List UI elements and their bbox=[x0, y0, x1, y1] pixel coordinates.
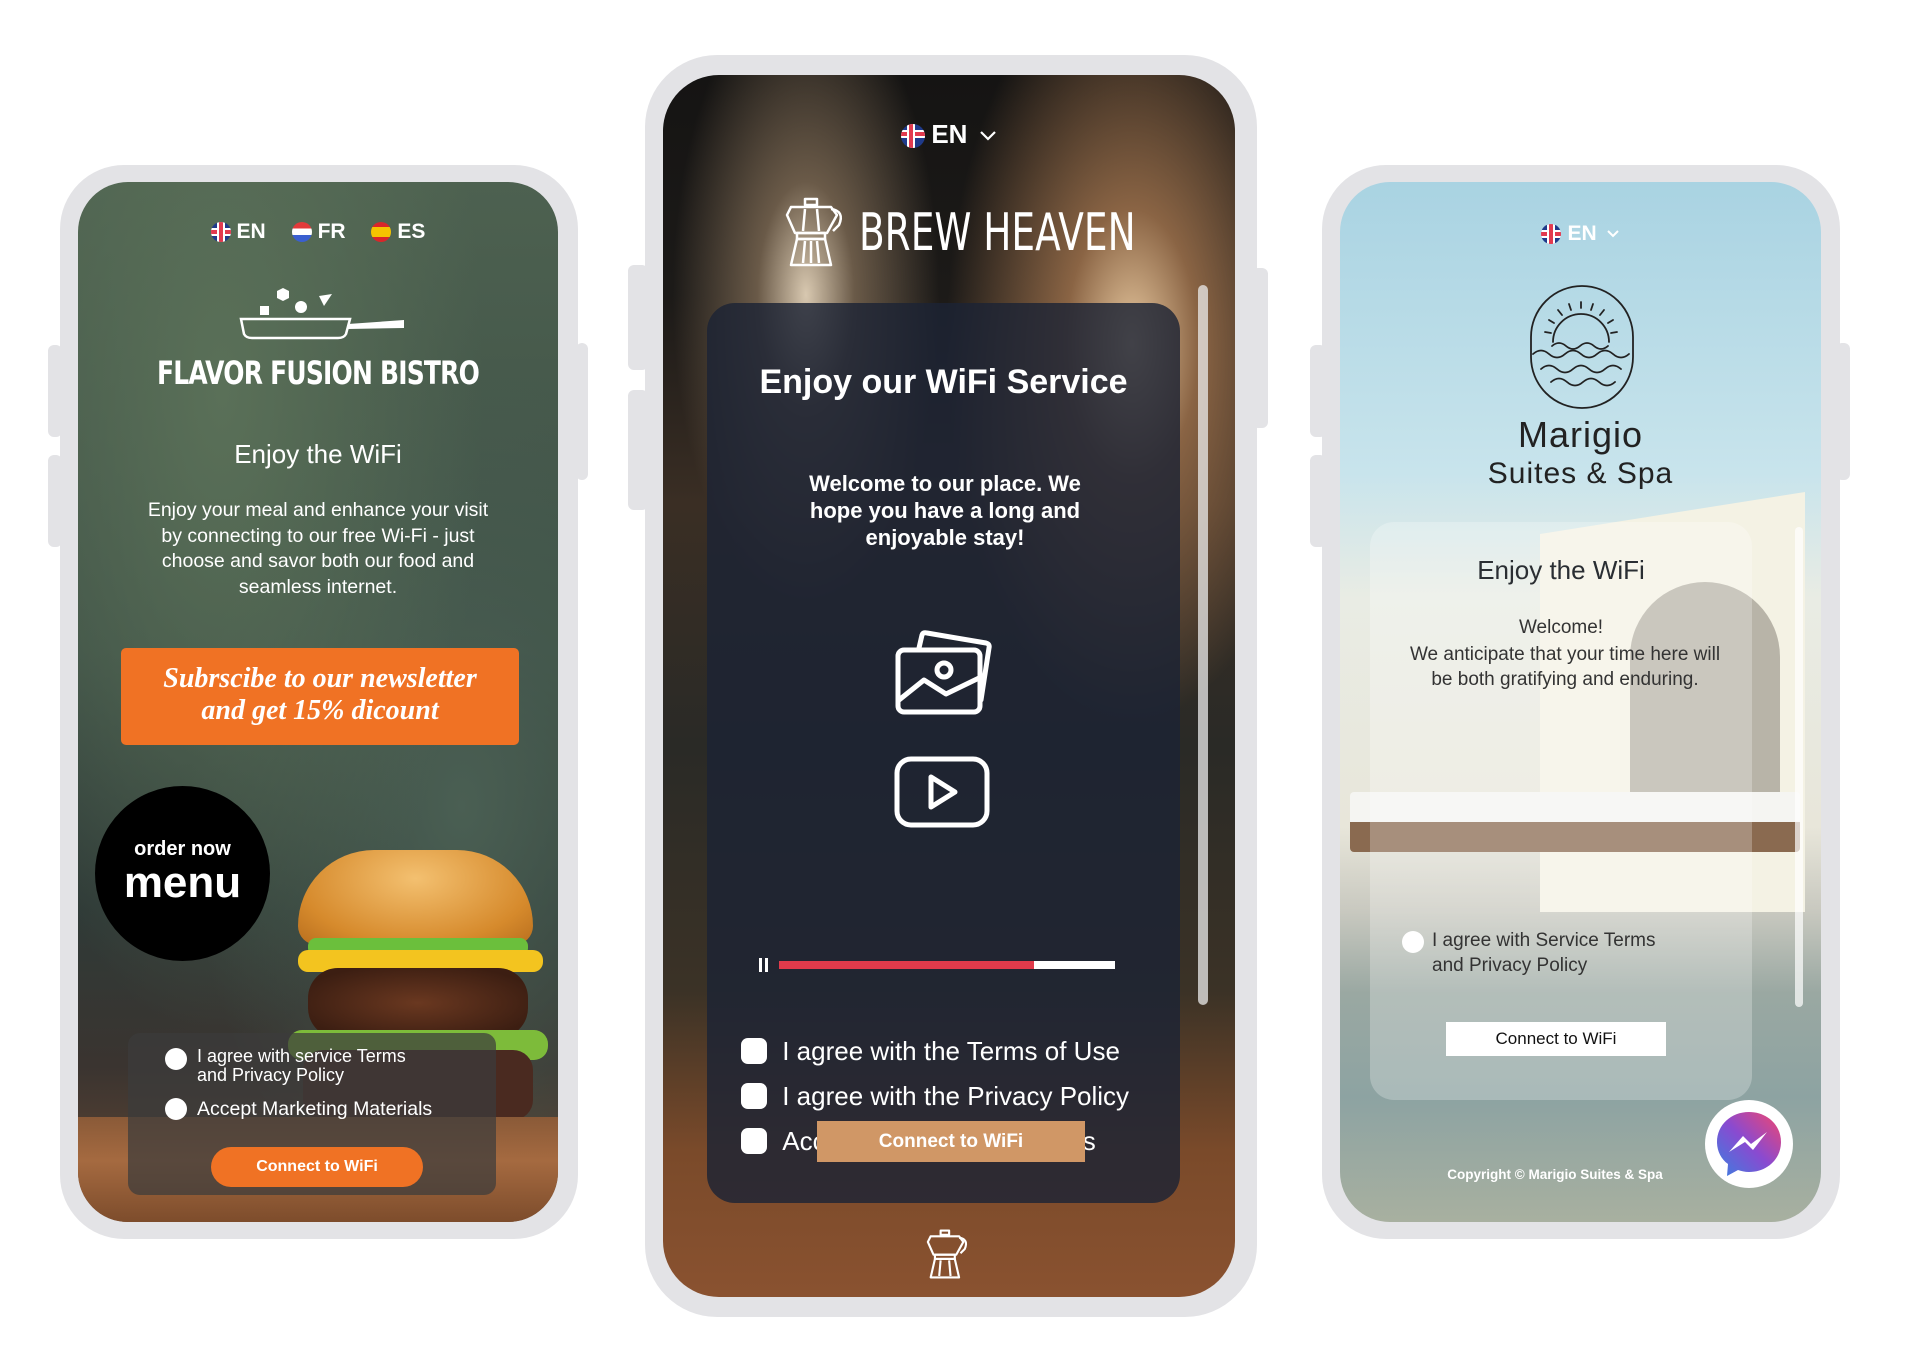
messenger-icon bbox=[1717, 1112, 1781, 1176]
language-selector[interactable]: EN bbox=[663, 119, 1235, 150]
moka-pot-icon bbox=[785, 197, 842, 267]
uk-flag-icon bbox=[901, 124, 926, 149]
messenger-chat-button[interactable] bbox=[1705, 1100, 1793, 1188]
consent-terms-label: I agree with service Terms and Privacy P… bbox=[197, 1046, 406, 1085]
marigio-screen: EN Marigio Suites & Spa Enjoy the WiFi W… bbox=[1340, 182, 1821, 1222]
checkbox-privacy[interactable] bbox=[741, 1083, 767, 1110]
image-gallery-icon[interactable] bbox=[894, 630, 994, 720]
language-option-es[interactable]: ES bbox=[371, 220, 425, 243]
menu-label: menu bbox=[123, 858, 242, 907]
sun-waves-icon bbox=[1530, 285, 1634, 409]
copyright: Copyright © Marigio Suites & Spa bbox=[1447, 1167, 1663, 1182]
uk-flag-icon bbox=[210, 222, 231, 243]
consent-terms[interactable]: I agree with service Terms and Privacy P… bbox=[165, 1047, 485, 1085]
wifi-card: Enjoy our WiFi Service Welcome to our pl… bbox=[707, 303, 1180, 1203]
connect-wifi-button[interactable]: Connect to WiFi bbox=[1446, 1022, 1666, 1056]
consent-card: I agree with service Terms and Privacy P… bbox=[128, 1033, 496, 1195]
newsletter-line-2: and get 15% dicount bbox=[201, 695, 439, 726]
radio-terms[interactable] bbox=[165, 1048, 187, 1070]
connect-wifi-button[interactable]: Connect to WiFi bbox=[817, 1121, 1085, 1162]
welcome-text: Welcome to our place. We hope you have a… bbox=[809, 471, 1081, 550]
language-option-fr[interactable]: FR bbox=[291, 220, 346, 243]
chevron-down-icon bbox=[1606, 230, 1619, 238]
consent-marketing-label: Accept Marketing Materials bbox=[197, 1098, 433, 1120]
language-selector: EN FR ES bbox=[78, 220, 558, 244]
radio-terms[interactable] bbox=[1402, 931, 1424, 953]
brand-name: BREW HEAVEN bbox=[859, 203, 1136, 263]
uk-flag-icon bbox=[1541, 224, 1562, 245]
newsletter-banner[interactable]: Subrscibe to our newsletter and get 15% … bbox=[121, 648, 519, 745]
page-heading: Enjoy the WiFi bbox=[1477, 555, 1645, 585]
consent-privacy-label: I agree with the Privacy Policy bbox=[782, 1080, 1130, 1111]
description: Enjoy your meal and enhance your visit b… bbox=[147, 499, 489, 598]
welcome-text: We anticipate that your time here will b… bbox=[1409, 644, 1721, 690]
newsletter-line-1: Subrscibe to our newsletter bbox=[163, 663, 477, 694]
scrollbar[interactable] bbox=[1198, 285, 1208, 1005]
language-selector[interactable]: EN bbox=[1340, 222, 1821, 246]
brand-name: FLAVOR FUSION BISTRO bbox=[156, 354, 480, 392]
page-heading: Enjoy the WiFi bbox=[234, 439, 402, 469]
welcome-title: Welcome! bbox=[1518, 617, 1604, 638]
pause-icon[interactable] bbox=[759, 958, 769, 972]
brand-name: Marigio bbox=[1517, 414, 1644, 455]
page-heading: Enjoy our WiFi Service bbox=[759, 363, 1128, 401]
radio-marketing[interactable] bbox=[165, 1098, 187, 1120]
consent-privacy-policy[interactable]: I agree with the Privacy Policy bbox=[741, 1079, 1129, 1112]
consent-terms[interactable]: I agree with Service Terms and Privacy P… bbox=[1402, 928, 1722, 978]
consent-terms-of-use[interactable]: I agree with the Terms of Use bbox=[741, 1034, 1120, 1067]
consent-terms-label: I agree with the Terms of Use bbox=[782, 1035, 1120, 1066]
es-flag-icon bbox=[371, 222, 392, 243]
video-progress-track[interactable] bbox=[779, 961, 1115, 969]
video-progress-fill bbox=[779, 961, 1035, 969]
wifi-card: Enjoy the WiFi Welcome! We anticipate th… bbox=[1370, 522, 1752, 1100]
scrollbar[interactable] bbox=[1795, 527, 1803, 1007]
frying-pan-icon bbox=[239, 288, 404, 340]
footer-moka-pot-icon bbox=[926, 1229, 968, 1279]
order-menu-badge[interactable]: order now menu bbox=[95, 786, 270, 961]
chevron-down-icon bbox=[979, 131, 996, 141]
video-play-icon[interactable] bbox=[893, 755, 991, 830]
checkbox-marketing[interactable] bbox=[741, 1128, 767, 1155]
consent-terms-label: I agree with Service Terms and Privacy P… bbox=[1432, 930, 1656, 976]
fr-flag-icon bbox=[291, 222, 312, 243]
brew-screen: EN BREW HEAVEN Enjoy our WiFi Service We… bbox=[663, 75, 1235, 1297]
brand-subtitle: Suites & Spa bbox=[1487, 457, 1674, 490]
bistro-screen: EN FR ES FLAVOR FUSION BISTRO Enjoy the … bbox=[78, 182, 558, 1222]
checkbox-terms[interactable] bbox=[741, 1038, 767, 1065]
connect-wifi-button[interactable]: Connect to WiFi bbox=[211, 1147, 423, 1187]
consent-marketing[interactable]: Accept Marketing Materials bbox=[165, 1098, 495, 1120]
language-option-en[interactable]: EN bbox=[210, 220, 266, 243]
